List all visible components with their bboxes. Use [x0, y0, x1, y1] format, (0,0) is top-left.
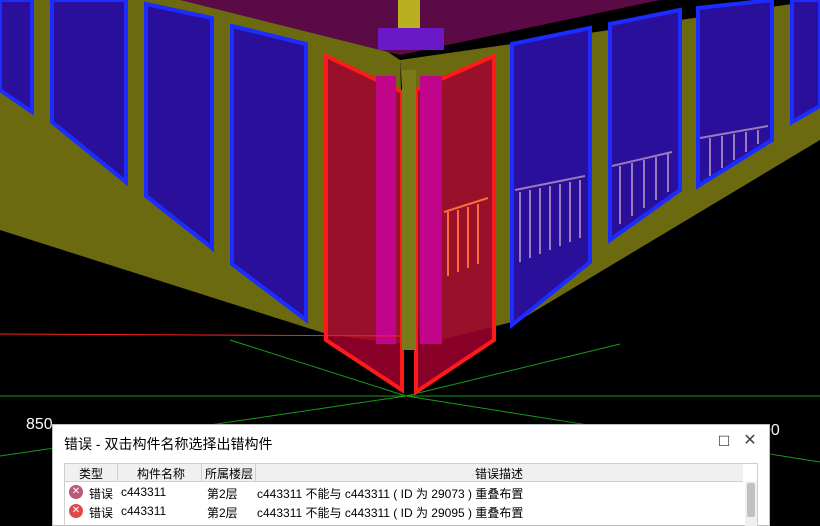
dialog-title: 错误 - 双击构件名称选择出错构件: [64, 436, 273, 452]
maximize-icon[interactable]: ☐: [715, 432, 733, 450]
column-header-floor[interactable]: 所属楼层: [205, 465, 253, 482]
column-header-name[interactable]: 构件名称: [137, 465, 185, 482]
row-description: c443311 不能与 c443311 ( ID 为 29073 ) 重叠布置: [257, 487, 524, 501]
error-icon: ✕: [69, 485, 83, 499]
dialog-title-bar[interactable]: 错误 - 双击构件名称选择出错构件 ☐ ✕: [53, 425, 769, 459]
column-top[interactable]: [378, 28, 444, 50]
scrollbar-thumb[interactable]: [747, 483, 755, 517]
row-type: 错误: [89, 487, 114, 501]
column-header-description[interactable]: 错误描述: [475, 465, 523, 482]
table-row[interactable]: ✕ 错误 c443311 第2层 c443311 不能与 c443311 ( I…: [65, 482, 743, 501]
error-table[interactable]: 类型 构件名称 所属楼层 错误描述 ✕ 错误 c443311 第2层 c4433…: [64, 463, 758, 526]
vertical-scrollbar[interactable]: [745, 481, 757, 526]
row-floor: 第2层: [207, 487, 238, 501]
error-dialog[interactable]: 错误 - 双击构件名称选择出错构件 ☐ ✕ 类型 构件名称 所属楼层 错误描述 …: [52, 424, 770, 526]
error-window-right[interactable]: [414, 52, 496, 396]
close-icon[interactable]: ✕: [741, 432, 759, 450]
row-description: c443311 不能与 c443311 ( ID 为 29095 ) 重叠布置: [257, 506, 524, 520]
row-name[interactable]: c443311: [121, 485, 166, 499]
table-header: 类型 构件名称 所属楼层 错误描述: [65, 464, 743, 482]
row-floor: 第2层: [207, 506, 238, 520]
row-name[interactable]: c443311: [121, 504, 166, 518]
table-row[interactable]: ✕ 错误 c443311 第2层 c443311 不能与 c443311 ( I…: [65, 501, 743, 520]
error-icon: ✕: [69, 504, 83, 518]
row-type: 错误: [89, 506, 114, 520]
column-stub[interactable]: [398, 0, 420, 28]
axis-value-left: 850: [26, 416, 53, 433]
error-window-left[interactable]: [324, 52, 404, 394]
corner-column[interactable]: [402, 70, 416, 350]
column-header-type[interactable]: 类型: [79, 465, 103, 482]
